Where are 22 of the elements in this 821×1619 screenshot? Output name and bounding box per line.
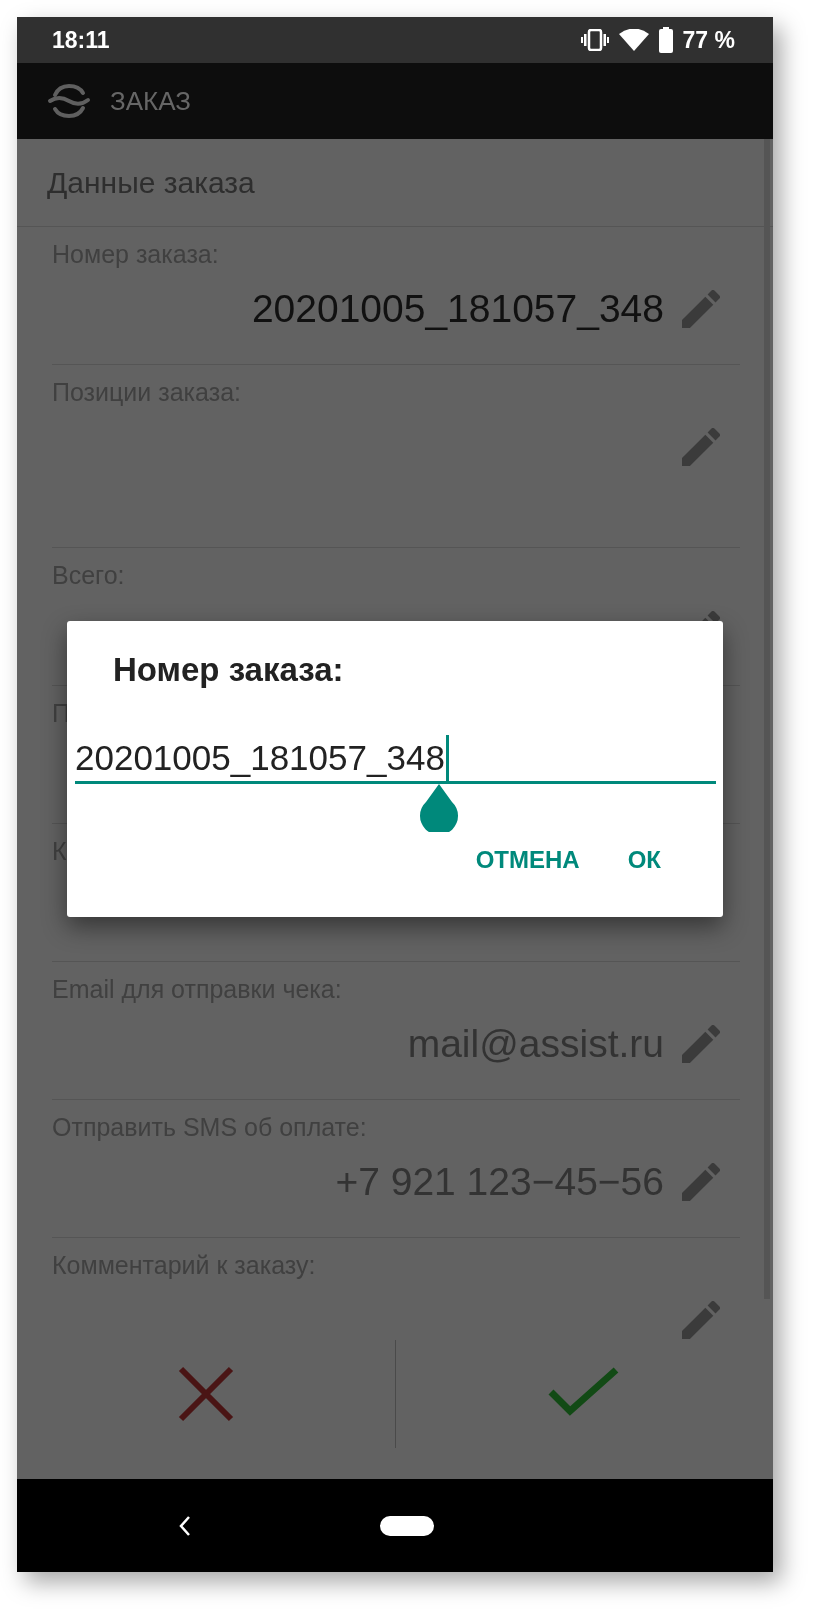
pencil-icon[interactable] <box>682 1025 720 1063</box>
clock: 18:11 <box>52 26 110 54</box>
battery-percent: 77 % <box>682 26 735 54</box>
back-icon[interactable] <box>178 1514 192 1537</box>
pencil-icon[interactable] <box>682 428 720 466</box>
wifi-icon <box>618 29 649 51</box>
pencil-icon[interactable] <box>682 1301 720 1339</box>
logo-icon <box>47 83 91 119</box>
vibrate-icon <box>580 29 609 51</box>
field-value: 20201005_181057_348 <box>251 286 664 332</box>
home-button[interactable] <box>380 1515 434 1536</box>
pencil-icon[interactable] <box>682 290 720 328</box>
dialog-button[interactable]: ОК <box>615 838 673 882</box>
input-field[interactable]: 20201005_181057_348 <box>75 735 716 784</box>
battery-icon <box>658 27 673 53</box>
close-icon[interactable] <box>177 1366 234 1422</box>
app-title: ЗАКАЗ <box>110 85 191 117</box>
cursor-handle-icon[interactable] <box>420 784 458 832</box>
dialog-title: Номер заказа: <box>113 650 344 689</box>
text-cursor <box>445 735 449 781</box>
dialog-button[interactable]: ОТМЕНА <box>463 838 592 882</box>
pencil-icon[interactable] <box>682 1163 720 1201</box>
